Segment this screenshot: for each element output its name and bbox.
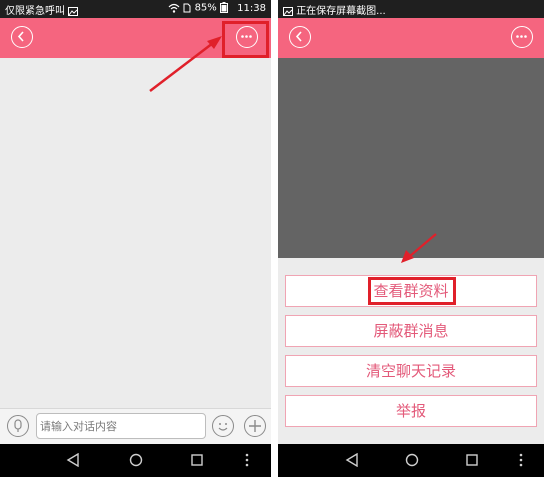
message-input[interactable] [36,413,206,439]
right-screen: 正在保存屏幕截图... 查看群资料 屏蔽群消息 清空聊天记录 举报 [278,0,544,477]
nav-bar [278,444,544,477]
left-screen: 仅限紧急呼叫 85% 11:38 [0,0,271,477]
emoji-button[interactable] [212,415,234,437]
menu-dots-icon[interactable] [244,453,250,467]
input-bar [0,408,271,445]
home-circle-icon[interactable] [129,453,143,467]
recents-square-icon[interactable] [190,453,204,467]
smiley-icon [218,423,228,431]
back-triangle-icon[interactable] [345,453,359,467]
red-arrow-icon [149,36,222,92]
home-circle-icon[interactable] [405,453,419,467]
nav-bar [0,444,271,477]
menu-dots-icon[interactable] [518,453,524,467]
add-button[interactable] [244,415,266,437]
back-triangle-icon[interactable] [66,453,80,467]
microphone-icon [14,419,22,432]
red-arrow-icon [401,233,437,263]
voice-button[interactable] [7,415,29,437]
plus-icon [249,420,261,432]
recents-square-icon[interactable] [465,453,479,467]
